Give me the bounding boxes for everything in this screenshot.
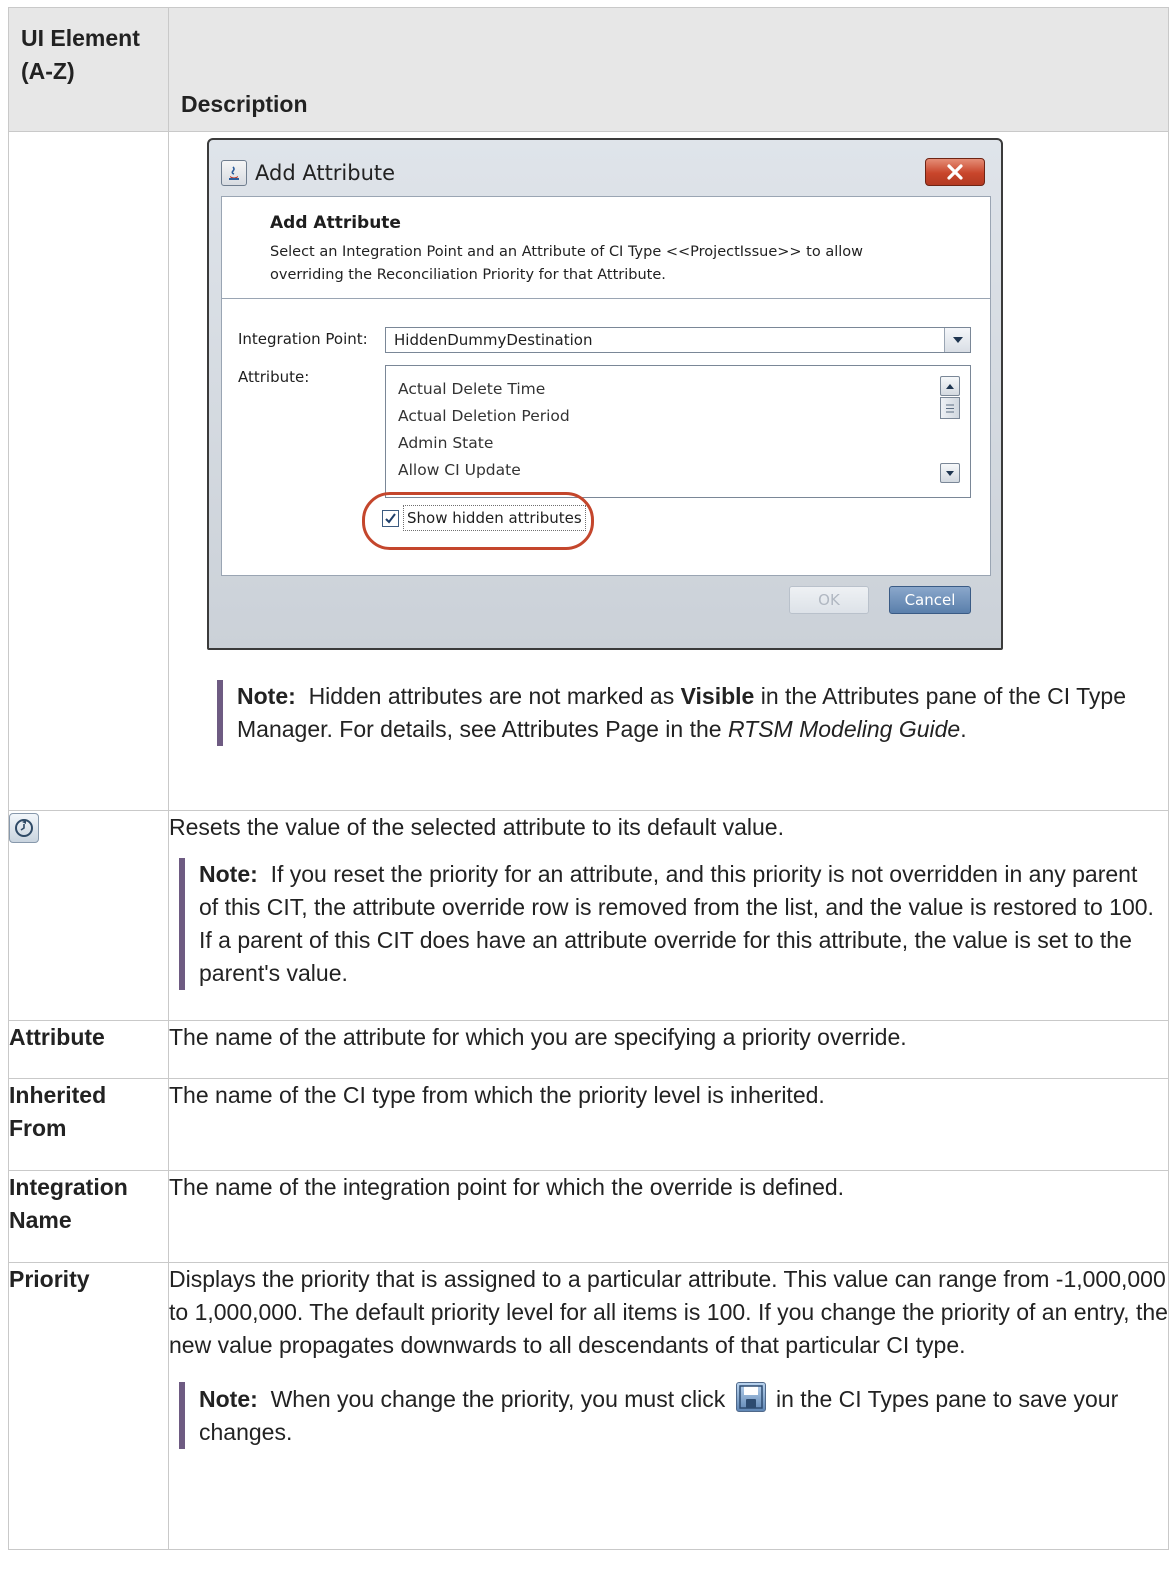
row-label-reset	[8, 810, 169, 1021]
row-desc-priority: Displays the priority that is assigned t…	[168, 1262, 1169, 1550]
reset-note: Note: If you reset the priority for an a…	[179, 858, 1168, 990]
close-icon	[947, 164, 963, 180]
note-visible-term: Visible	[680, 683, 755, 709]
ui-elements-table: UI Element (A-Z) Description Add Attribu…	[8, 7, 1169, 1550]
callout-highlight-ellipse	[362, 492, 594, 550]
scroll-up-icon[interactable]	[940, 376, 960, 396]
priority-note: Note: When you change the priority, you …	[179, 1382, 1168, 1449]
row-desc-dialog: Add Attribute Add Attribute Select an In…	[168, 131, 1169, 811]
dialog-body: Add Attribute Select an Integration Poin…	[221, 196, 991, 576]
table-row: Integration Name The name of the integra…	[8, 1170, 1169, 1263]
reset-icon	[9, 813, 39, 843]
table-row: Add Attribute Add Attribute Select an In…	[8, 131, 1169, 811]
table-row: Priority Displays the priority that is a…	[8, 1262, 1169, 1550]
row-desc-integration-name: The name of the integration point for wh…	[168, 1170, 1169, 1263]
table-header-row: UI Element (A-Z) Description	[8, 7, 1169, 132]
scroll-down-icon[interactable]	[940, 463, 960, 483]
integration-point-select[interactable]: HiddenDummyDestination	[385, 327, 971, 353]
priority-description: Displays the priority that is assigned t…	[169, 1266, 1168, 1358]
table-row: Attribute The name of the attribute for …	[8, 1020, 1169, 1079]
dialog-titlebar: Add Attribute	[221, 158, 395, 188]
attribute-list-item[interactable]: Actual Delete Time	[386, 376, 970, 403]
scrollbar-thumb[interactable]	[940, 397, 960, 419]
cancel-button[interactable]: Cancel	[889, 586, 971, 614]
reset-description: Resets the value of the selected attribu…	[169, 814, 784, 840]
row-desc-inherited-from: The name of the CI type from which the p…	[168, 1078, 1169, 1171]
note-label: Note:	[199, 1386, 258, 1412]
col-header-ui-element: UI Element (A-Z)	[8, 7, 169, 132]
note-text-3: .	[960, 716, 967, 742]
col-header-description: Description	[168, 7, 1169, 132]
attribute-list-item[interactable]: Allow CI Update	[386, 457, 970, 484]
attribute-list[interactable]: Actual Delete Time Actual Deletion Period…	[385, 365, 971, 498]
dialog-header-title: Add Attribute	[270, 213, 401, 233]
dialog-header-description: Select an Integration Point and an Attri…	[270, 244, 864, 283]
integration-point-value: HiddenDummyDestination	[394, 331, 593, 349]
row-label-integration-name: Integration Name	[8, 1170, 169, 1263]
attribute-list-scrollbar[interactable]	[940, 376, 960, 484]
priority-note-text-1: When you change the priority, you must c…	[270, 1386, 726, 1412]
scrollbar-track[interactable]	[940, 419, 960, 463]
attribute-list-item[interactable]: Admin State	[386, 430, 970, 457]
row-label-attribute: Attribute	[8, 1020, 169, 1079]
attribute-list-item[interactable]: Actual Deletion Period	[386, 403, 970, 430]
save-icon	[735, 1382, 766, 1412]
table-row: Resets the value of the selected attribu…	[8, 810, 1169, 1021]
row-desc-attribute: The name of the attribute for which you …	[168, 1020, 1169, 1079]
note-guide-title: RTSM Modeling Guide	[727, 716, 961, 742]
row-label-inherited-from: Inherited From	[8, 1078, 169, 1171]
dialog-header: Add Attribute Select an Integration Poin…	[222, 197, 990, 299]
note-label: Note:	[199, 861, 258, 887]
chevron-down-icon[interactable]	[944, 328, 970, 352]
integration-point-label: Integration Point:	[238, 330, 368, 348]
row-label-empty	[8, 131, 169, 811]
note-label: Note:	[237, 683, 296, 709]
add-attribute-dialog: Add Attribute Add Attribute Select an In…	[207, 138, 1003, 650]
row-label-priority: Priority	[8, 1262, 169, 1550]
ok-button[interactable]: OK	[789, 586, 869, 614]
attribute-list-items: Actual Delete Time Actual Deletion Period…	[386, 366, 970, 484]
note-text-1: Hidden attributes are not marked as	[308, 683, 675, 709]
dialog-close-button[interactable]	[925, 158, 985, 186]
java-app-icon	[221, 160, 247, 186]
table-row: Inherited From The name of the CI type f…	[8, 1078, 1169, 1171]
reset-note-text: If you reset the priority for an attribu…	[199, 861, 1154, 986]
dialog-note: Note: Hidden attributes are not marked a…	[217, 680, 1168, 746]
row-desc-reset: Resets the value of the selected attribu…	[168, 810, 1169, 1021]
dialog-window-title: Add Attribute	[255, 161, 396, 185]
attribute-label: Attribute:	[238, 368, 310, 386]
